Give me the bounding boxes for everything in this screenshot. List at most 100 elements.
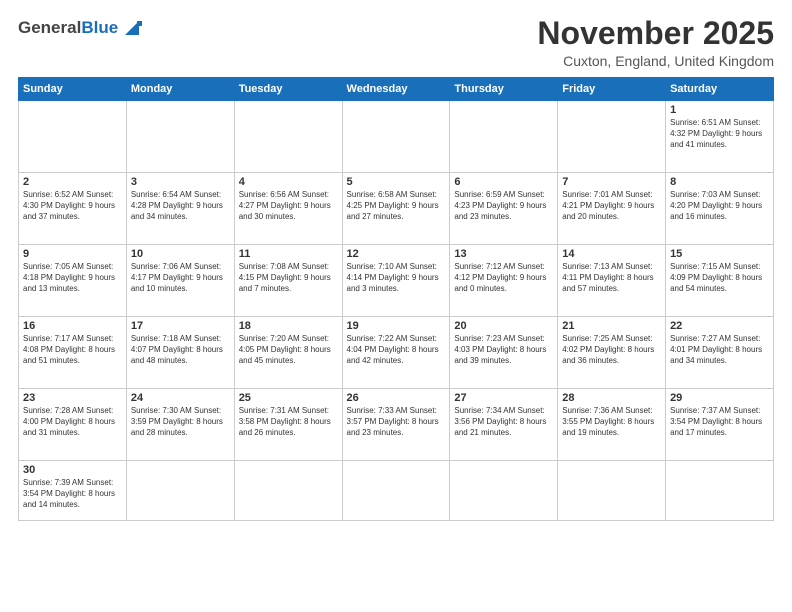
calendar-cell: 21 Sunrise: 7:25 AM Sunset: 4:02 PM Dayli… xyxy=(558,317,666,389)
calendar-cell: 22 Sunrise: 7:27 AM Sunset: 4:01 PM Dayli… xyxy=(666,317,774,389)
calendar-cell: 19Sunrise: 7:22 AM Sunset: 4:04 PM Dayli… xyxy=(342,317,450,389)
day-info: Sunrise: 6:59 AM Sunset: 4:23 PM Dayligh… xyxy=(454,190,553,222)
calendar-week-row: 1 Sunrise: 6:51 AM Sunset: 4:32 PM Daylig… xyxy=(19,101,774,173)
calendar-cell: 23Sunrise: 7:28 AM Sunset: 4:00 PM Dayli… xyxy=(19,389,127,461)
day-info: Sunrise: 7:23 AM Sunset: 4:03 PM Dayligh… xyxy=(454,334,553,366)
day-number: 3 xyxy=(131,176,230,188)
day-number: 10 xyxy=(131,248,230,260)
day-info: Sunrise: 6:51 AM Sunset: 4:32 PM Dayligh… xyxy=(670,118,769,150)
day-number: 27 xyxy=(454,392,553,404)
day-info: Sunrise: 7:33 AM Sunset: 3:57 PM Dayligh… xyxy=(347,406,446,438)
calendar-cell: 30 Sunrise: 7:39 AM Sunset: 3:54 PM Dayli… xyxy=(19,461,127,521)
calendar-week-row: 30 Sunrise: 7:39 AM Sunset: 3:54 PM Dayli… xyxy=(19,461,774,521)
day-number: 16 xyxy=(23,320,122,332)
calendar-cell: 28Sunrise: 7:36 AM Sunset: 3:55 PM Dayli… xyxy=(558,389,666,461)
calendar-cell xyxy=(126,461,234,521)
day-number: 6 xyxy=(454,176,553,188)
day-info: Sunrise: 7:06 AM Sunset: 4:17 PM Dayligh… xyxy=(131,262,230,294)
calendar-cell xyxy=(450,461,558,521)
calendar-cell xyxy=(450,101,558,173)
calendar-cell: 8Sunrise: 7:03 AM Sunset: 4:20 PM Daylig… xyxy=(666,173,774,245)
calendar-cell: 26 Sunrise: 7:33 AM Sunset: 3:57 PM Dayli… xyxy=(342,389,450,461)
day-number: 20 xyxy=(454,320,553,332)
calendar-cell xyxy=(19,101,127,173)
calendar-cell xyxy=(234,461,342,521)
calendar-cell: 25 Sunrise: 7:31 AM Sunset: 3:58 PM Dayli… xyxy=(234,389,342,461)
calendar-header-row: Sunday Monday Tuesday Wednesday Thursday… xyxy=(19,78,774,101)
col-monday: Monday xyxy=(126,78,234,101)
day-info: Sunrise: 7:08 AM Sunset: 4:15 PM Dayligh… xyxy=(239,262,338,294)
logo-general-text: General xyxy=(18,18,81,38)
col-saturday: Saturday xyxy=(666,78,774,101)
day-info: Sunrise: 7:13 AM Sunset: 4:11 PM Dayligh… xyxy=(562,262,661,294)
calendar-cell: 3 Sunrise: 6:54 AM Sunset: 4:28 PM Daylig… xyxy=(126,173,234,245)
location: Cuxton, England, United Kingdom xyxy=(537,53,774,69)
day-info: Sunrise: 7:18 AM Sunset: 4:07 PM Dayligh… xyxy=(131,334,230,366)
day-number: 5 xyxy=(347,176,446,188)
day-number: 1 xyxy=(670,104,769,116)
col-friday: Friday xyxy=(558,78,666,101)
calendar-cell: 6 Sunrise: 6:59 AM Sunset: 4:23 PM Daylig… xyxy=(450,173,558,245)
day-number: 7 xyxy=(562,176,661,188)
calendar-cell: 7 Sunrise: 7:01 AM Sunset: 4:21 PM Daylig… xyxy=(558,173,666,245)
day-number: 26 xyxy=(347,392,446,404)
calendar-week-row: 16Sunrise: 7:17 AM Sunset: 4:08 PM Dayli… xyxy=(19,317,774,389)
calendar-cell xyxy=(342,461,450,521)
day-info: Sunrise: 7:36 AM Sunset: 3:55 PM Dayligh… xyxy=(562,406,661,438)
day-info: Sunrise: 6:54 AM Sunset: 4:28 PM Dayligh… xyxy=(131,190,230,222)
logo: General Blue xyxy=(18,16,143,39)
month-year: November 2025 xyxy=(537,16,774,51)
title-section: November 2025 Cuxton, England, United Ki… xyxy=(537,16,774,69)
day-number: 13 xyxy=(454,248,553,260)
header: General Blue November 2025 Cuxton, Engla… xyxy=(18,16,774,69)
day-info: Sunrise: 6:52 AM Sunset: 4:30 PM Dayligh… xyxy=(23,190,122,222)
calendar-cell: 2 Sunrise: 6:52 AM Sunset: 4:30 PM Daylig… xyxy=(19,173,127,245)
col-tuesday: Tuesday xyxy=(234,78,342,101)
calendar-cell: 29Sunrise: 7:37 AM Sunset: 3:54 PM Dayli… xyxy=(666,389,774,461)
day-number: 25 xyxy=(239,392,338,404)
logo-triangle-icon xyxy=(121,17,143,39)
calendar-cell xyxy=(558,461,666,521)
calendar-cell: 11Sunrise: 7:08 AM Sunset: 4:15 PM Dayli… xyxy=(234,245,342,317)
day-number: 4 xyxy=(239,176,338,188)
calendar-cell: 24Sunrise: 7:30 AM Sunset: 3:59 PM Dayli… xyxy=(126,389,234,461)
day-number: 18 xyxy=(239,320,338,332)
day-info: Sunrise: 7:30 AM Sunset: 3:59 PM Dayligh… xyxy=(131,406,230,438)
day-info: Sunrise: 7:03 AM Sunset: 4:20 PM Dayligh… xyxy=(670,190,769,222)
day-number: 2 xyxy=(23,176,122,188)
day-info: Sunrise: 7:05 AM Sunset: 4:18 PM Dayligh… xyxy=(23,262,122,294)
day-info: Sunrise: 6:58 AM Sunset: 4:25 PM Dayligh… xyxy=(347,190,446,222)
calendar-week-row: 9 Sunrise: 7:05 AM Sunset: 4:18 PM Daylig… xyxy=(19,245,774,317)
day-info: Sunrise: 7:25 AM Sunset: 4:02 PM Dayligh… xyxy=(562,334,661,366)
day-number: 21 xyxy=(562,320,661,332)
day-info: Sunrise: 6:56 AM Sunset: 4:27 PM Dayligh… xyxy=(239,190,338,222)
day-info: Sunrise: 7:22 AM Sunset: 4:04 PM Dayligh… xyxy=(347,334,446,366)
day-number: 17 xyxy=(131,320,230,332)
calendar-table: Sunday Monday Tuesday Wednesday Thursday… xyxy=(18,77,774,521)
day-number: 30 xyxy=(23,464,122,476)
day-info: Sunrise: 7:28 AM Sunset: 4:00 PM Dayligh… xyxy=(23,406,122,438)
page: General Blue November 2025 Cuxton, Engla… xyxy=(0,0,792,612)
col-wednesday: Wednesday xyxy=(342,78,450,101)
calendar-cell: 16Sunrise: 7:17 AM Sunset: 4:08 PM Dayli… xyxy=(19,317,127,389)
calendar-cell: 9 Sunrise: 7:05 AM Sunset: 4:18 PM Daylig… xyxy=(19,245,127,317)
calendar-cell: 1 Sunrise: 6:51 AM Sunset: 4:32 PM Daylig… xyxy=(666,101,774,173)
calendar-cell: 15Sunrise: 7:15 AM Sunset: 4:09 PM Dayli… xyxy=(666,245,774,317)
calendar-cell: 20 Sunrise: 7:23 AM Sunset: 4:03 PM Dayli… xyxy=(450,317,558,389)
day-info: Sunrise: 7:12 AM Sunset: 4:12 PM Dayligh… xyxy=(454,262,553,294)
day-info: Sunrise: 7:15 AM Sunset: 4:09 PM Dayligh… xyxy=(670,262,769,294)
calendar-cell xyxy=(126,101,234,173)
calendar-cell: 14 Sunrise: 7:13 AM Sunset: 4:11 PM Dayli… xyxy=(558,245,666,317)
day-number: 14 xyxy=(562,248,661,260)
calendar-cell xyxy=(666,461,774,521)
calendar-cell xyxy=(558,101,666,173)
day-number: 22 xyxy=(670,320,769,332)
day-number: 9 xyxy=(23,248,122,260)
day-info: Sunrise: 7:39 AM Sunset: 3:54 PM Dayligh… xyxy=(23,478,122,510)
col-thursday: Thursday xyxy=(450,78,558,101)
calendar-cell: 4 Sunrise: 6:56 AM Sunset: 4:27 PM Daylig… xyxy=(234,173,342,245)
day-info: Sunrise: 7:37 AM Sunset: 3:54 PM Dayligh… xyxy=(670,406,769,438)
day-info: Sunrise: 7:31 AM Sunset: 3:58 PM Dayligh… xyxy=(239,406,338,438)
day-info: Sunrise: 7:27 AM Sunset: 4:01 PM Dayligh… xyxy=(670,334,769,366)
day-info: Sunrise: 7:01 AM Sunset: 4:21 PM Dayligh… xyxy=(562,190,661,222)
